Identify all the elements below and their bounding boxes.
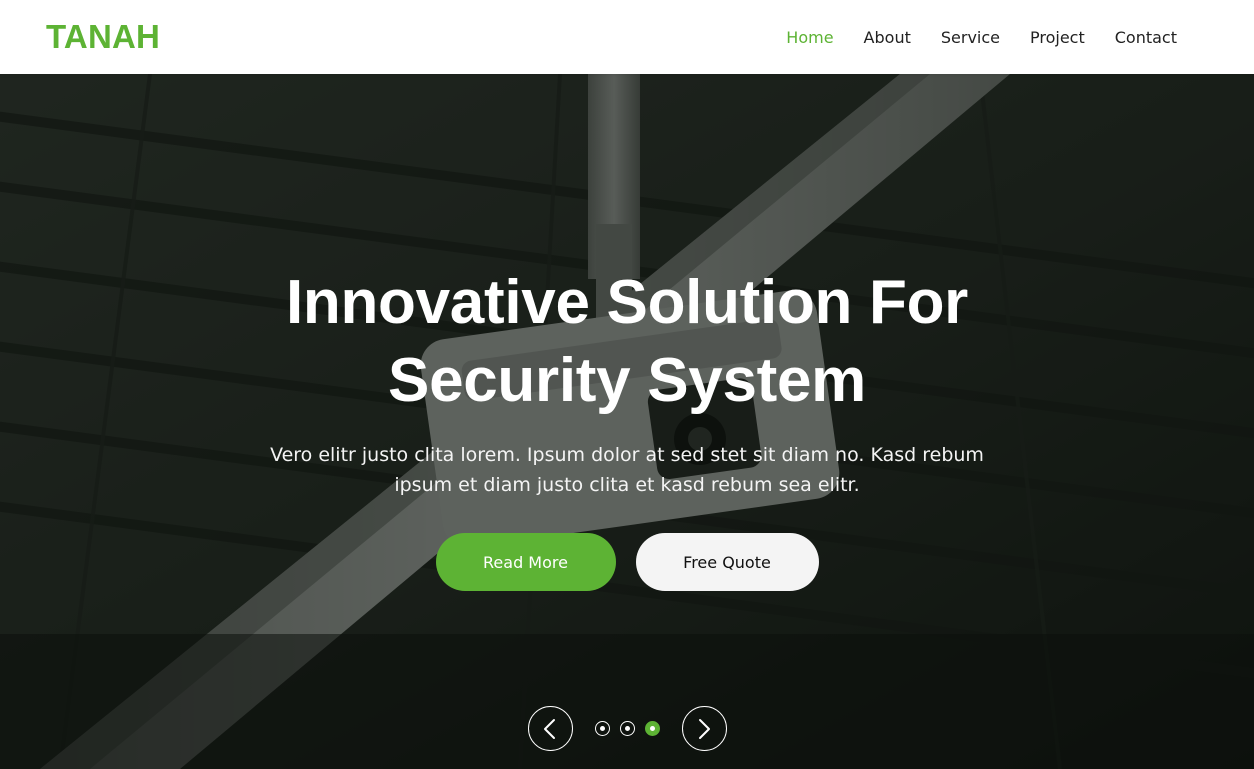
- hero-content: Innovative Solution For Security System …: [0, 264, 1254, 591]
- nav-item-project[interactable]: Project: [1030, 28, 1085, 47]
- chevron-left-icon: [544, 718, 555, 739]
- carousel-next-button[interactable]: [681, 706, 727, 751]
- nav-item-about[interactable]: About: [864, 28, 911, 47]
- hero-buttons: Read More Free Quote: [0, 533, 1254, 591]
- hero-description: Vero elitr justo clita lorem. Ipsum dolo…: [270, 444, 984, 496]
- navbar: TANAH Home About Service Project Contact: [0, 0, 1254, 74]
- nav-item-contact[interactable]: Contact: [1115, 28, 1177, 47]
- carousel-controls: [0, 706, 1254, 751]
- brand-logo[interactable]: TANAH: [46, 18, 160, 56]
- carousel-dot-3[interactable]: [644, 721, 660, 736]
- hero-carousel: Innovative Solution For Security System …: [0, 74, 1254, 769]
- free-quote-button[interactable]: Free Quote: [635, 533, 819, 591]
- chevron-right-icon: [699, 718, 710, 739]
- main-nav: Home About Service Project Contact: [786, 28, 1177, 47]
- read-more-button[interactable]: Read More: [435, 533, 616, 591]
- nav-item-home[interactable]: Home: [786, 28, 833, 47]
- carousel-indicators: [594, 721, 660, 736]
- carousel-dot-2[interactable]: [619, 721, 635, 736]
- hero-title: Innovative Solution For Security System: [285, 268, 968, 415]
- carousel-prev-button[interactable]: [527, 706, 573, 751]
- nav-item-service[interactable]: Service: [941, 28, 1000, 47]
- carousel-dot-1[interactable]: [594, 721, 610, 736]
